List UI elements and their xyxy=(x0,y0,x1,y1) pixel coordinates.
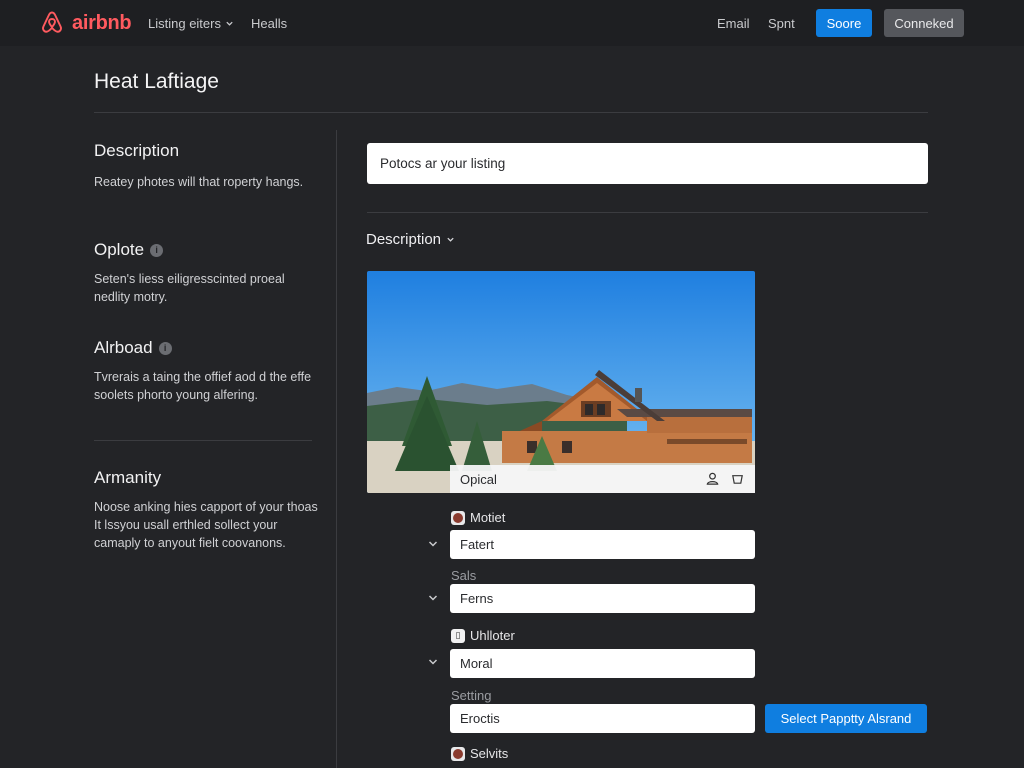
row-label-setting: Setting xyxy=(451,688,491,703)
description-dropdown-label: Description xyxy=(366,231,442,248)
airbnb-logo-icon xyxy=(42,11,62,33)
caption-actions xyxy=(705,471,745,486)
chevron-down-icon[interactable] xyxy=(427,656,439,668)
moral-field[interactable]: Moral xyxy=(450,649,755,678)
field-value: Fatert xyxy=(460,537,494,552)
brand-logo[interactable]: airbnb xyxy=(38,9,132,37)
photo-caption-text: Opical xyxy=(460,471,497,487)
photo-caption-bar[interactable]: Opical xyxy=(450,465,755,493)
row-label-sals: Sals xyxy=(451,568,476,583)
file-icon: ▯ xyxy=(451,628,465,643)
row-label-selvits: Selvits xyxy=(451,746,508,761)
sidebar-divider xyxy=(94,440,312,441)
listing-photos-input[interactable]: Potocs ar your listing xyxy=(367,143,928,184)
brand-name: airbnb xyxy=(72,11,132,34)
trash-icon[interactable] xyxy=(730,471,745,486)
page-title: Heat Laftiage xyxy=(94,70,219,93)
ferns-field[interactable]: Ferns xyxy=(450,584,755,613)
column-divider xyxy=(336,130,337,768)
soore-button-label: Soore xyxy=(826,15,862,31)
main-divider xyxy=(367,212,928,213)
row-label-uhlloter: ▯ Uhlloter xyxy=(451,628,515,643)
sidebar-heading-text: Armanity xyxy=(94,468,162,487)
nav-link-email[interactable]: Email xyxy=(717,16,750,31)
sidebar-text-alrboad: Tvrerais a taing the offief aod d the ef… xyxy=(94,370,312,402)
field-value: Ferns xyxy=(460,591,494,606)
row-label-text: Sals xyxy=(451,568,477,583)
avatar-thumb-icon xyxy=(451,746,465,761)
top-navigation: airbnb Listing eiters Healls Email Spnt … xyxy=(0,0,1024,46)
nav-listing-dropdown[interactable]: Listing eiters xyxy=(148,16,234,31)
listing-photos-placeholder: Potocs ar your listing xyxy=(380,156,506,171)
sidebar-heading-text: Alrboad xyxy=(94,338,153,357)
info-icon[interactable]: i xyxy=(158,341,172,355)
sidebar-heading-text: Description xyxy=(94,141,180,160)
house-photo-image xyxy=(367,271,755,493)
sidebar-heading-text: Oplote xyxy=(94,240,145,259)
sidebar-text-armanity: Noose anking hies capport of your thoas … xyxy=(94,500,318,550)
sidebar-heading-armanity: Armanity xyxy=(94,468,161,488)
select-property-button[interactable]: Select Papptty Alsrand xyxy=(765,704,927,733)
eroctis-field[interactable]: Eroctis xyxy=(450,704,755,733)
chevron-down-icon[interactable] xyxy=(427,538,439,550)
sidebar-heading-alrboad: Alrboad i xyxy=(94,338,172,358)
nav-link-spnt[interactable]: Spnt xyxy=(768,16,795,31)
listing-photo[interactable] xyxy=(367,271,755,493)
nav-listing-label: Listing eiters xyxy=(148,16,221,31)
select-property-button-label: Select Papptty Alsrand xyxy=(780,711,912,726)
sidebar-text-description: Reatey photes will that roperty hangs. xyxy=(94,175,304,189)
info-icon[interactable]: i xyxy=(150,243,164,257)
user-icon[interactable] xyxy=(705,471,720,486)
field-value: Eroctis xyxy=(460,711,500,726)
fatert-field[interactable]: Fatert xyxy=(450,530,755,559)
chevron-down-icon xyxy=(226,21,233,26)
sidebar-heading-description: Description xyxy=(94,141,179,161)
chevron-down-icon[interactable] xyxy=(427,592,439,604)
soore-button[interactable]: Soore xyxy=(816,9,872,37)
sidebar-heading-oplote: Oplote i xyxy=(94,240,164,260)
row-label-text: Motiet xyxy=(470,510,506,525)
sidebar-text-oplote: Seten's liess eiligresscinted proeal ned… xyxy=(94,272,285,304)
connected-button-label: Conneked xyxy=(894,15,954,31)
header-divider xyxy=(94,112,928,113)
nav-spnt-label: Spnt xyxy=(768,16,795,31)
field-value: Moral xyxy=(460,656,493,671)
connected-button[interactable]: Conneked xyxy=(884,9,964,37)
row-label-motiet: Motiet xyxy=(451,510,505,525)
nav-email-label: Email xyxy=(717,16,750,31)
row-label-text: Selvits xyxy=(470,746,509,761)
description-dropdown[interactable]: Description xyxy=(366,231,455,248)
nav-healls-label: Healls xyxy=(251,16,288,31)
row-label-text: Uhlloter xyxy=(470,628,515,643)
nav-link-healls[interactable]: Healls xyxy=(251,16,287,31)
chevron-down-icon xyxy=(447,237,454,242)
avatar-thumb-icon xyxy=(451,510,465,525)
row-label-text: Setting xyxy=(451,688,492,703)
